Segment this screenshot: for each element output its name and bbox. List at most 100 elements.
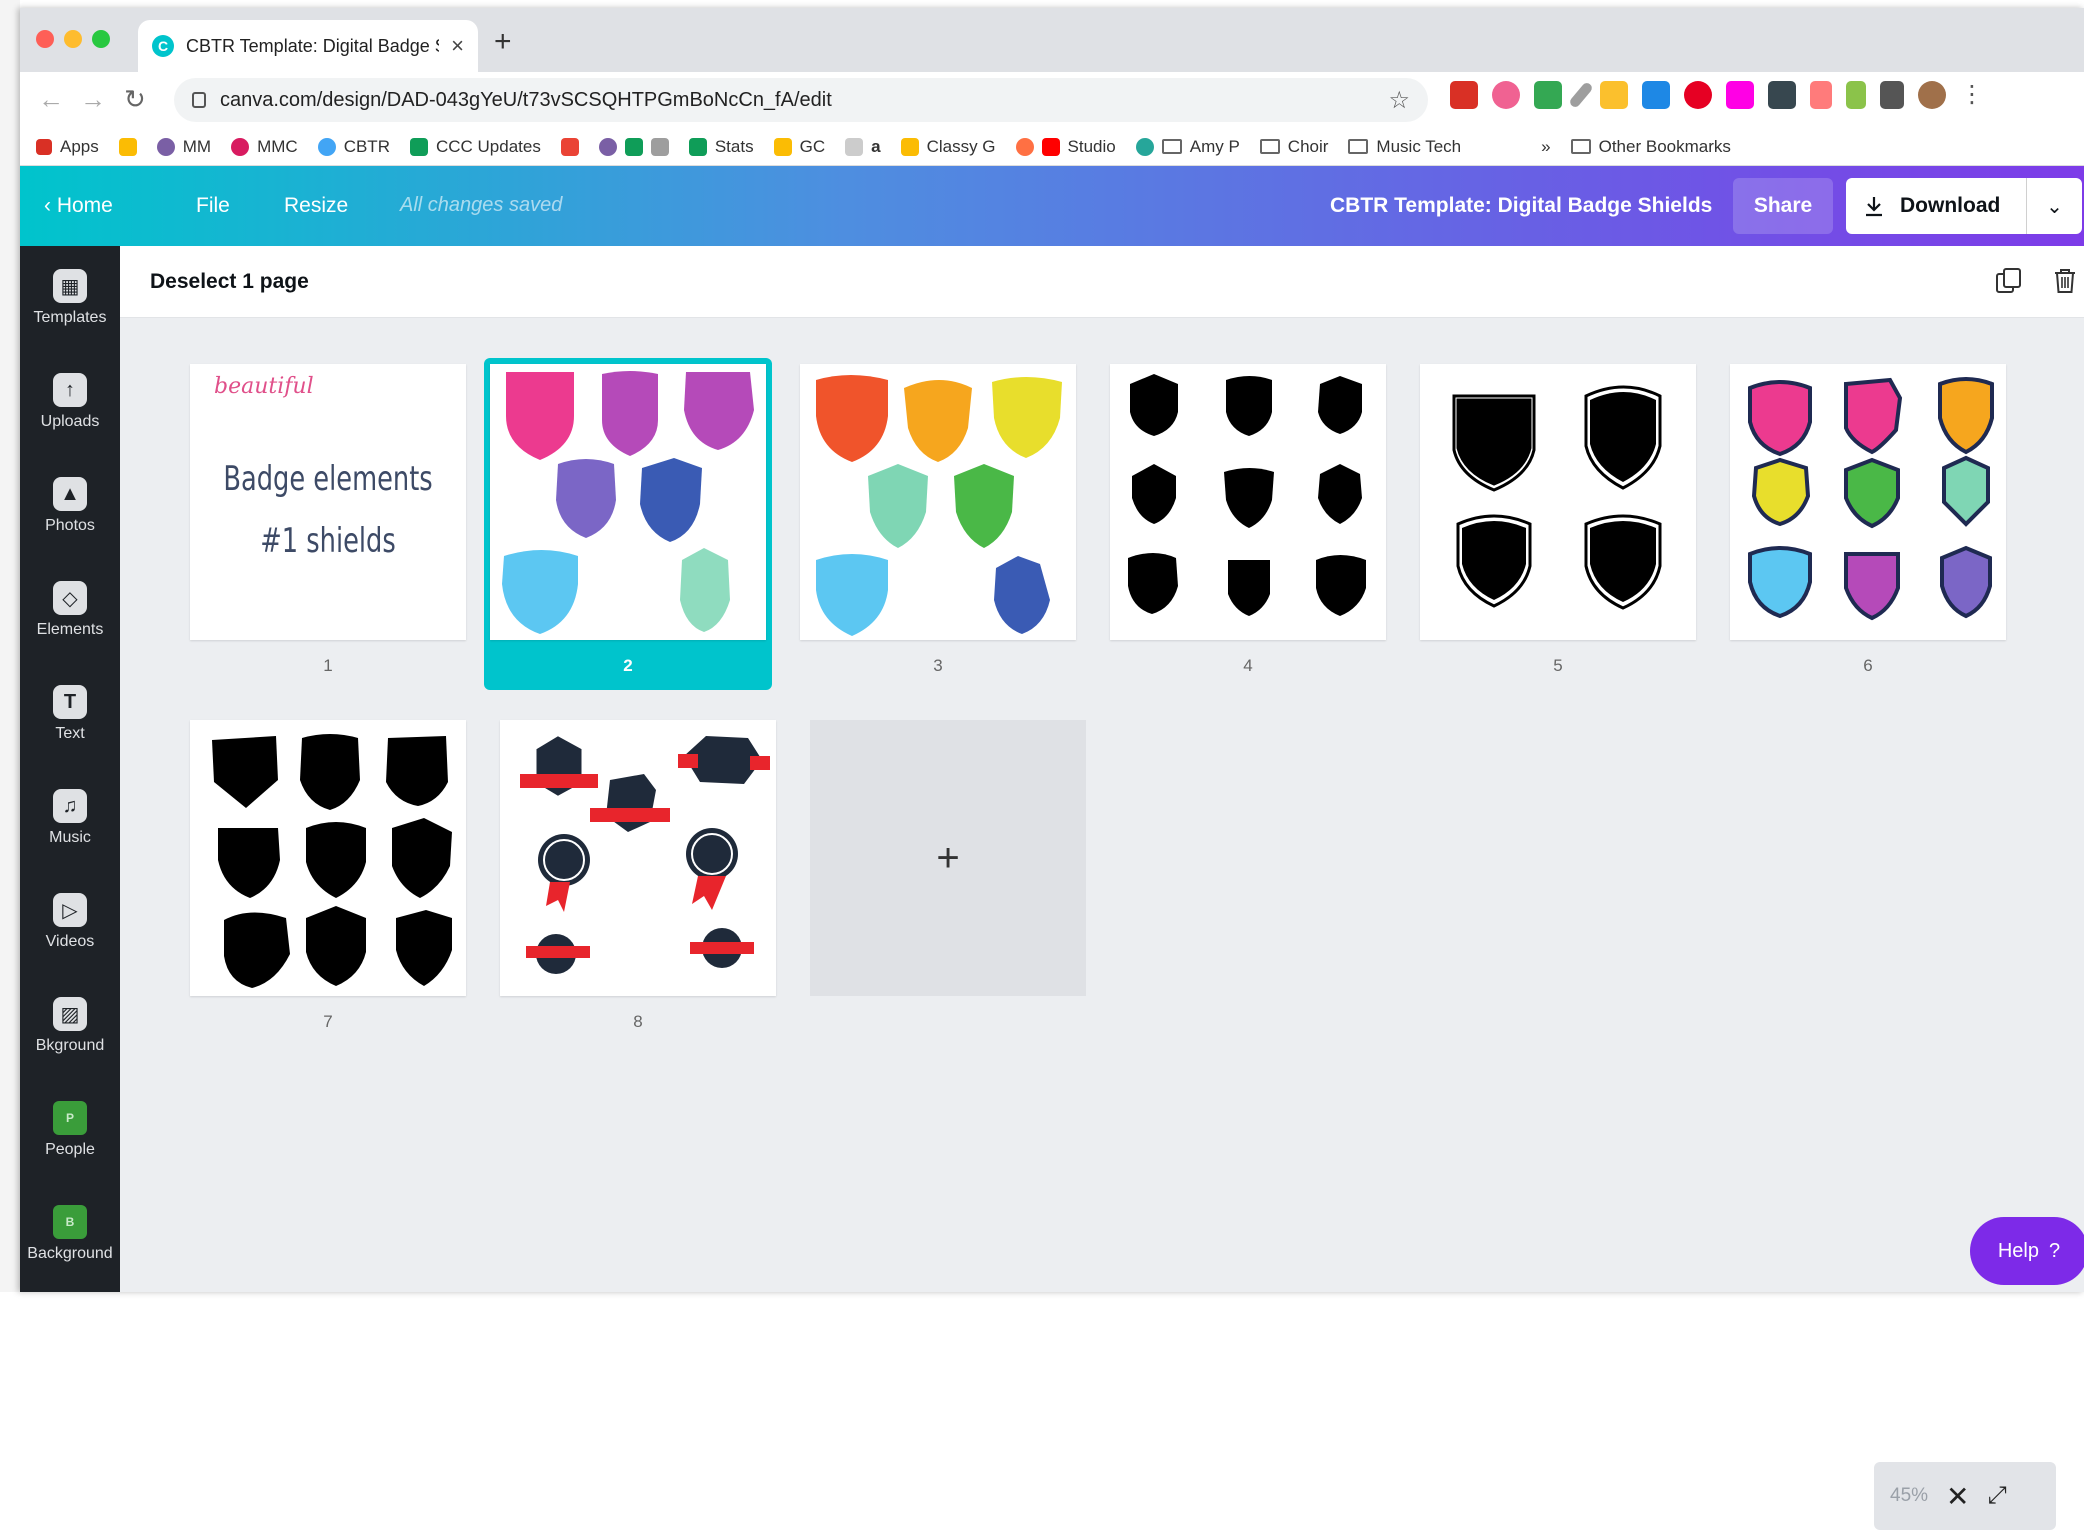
bookmark-drive[interactable] (118, 137, 137, 156)
page-number: 7 (323, 1012, 333, 1031)
page-toolbar: Deselect 1 page (120, 246, 2084, 318)
sheets-icon (688, 137, 707, 156)
bookmark-apps[interactable]: Apps (36, 137, 99, 157)
selected-page-highlight[interactable]: 2 (484, 358, 772, 690)
shield-shape (1224, 468, 1274, 528)
page-7-content (212, 734, 452, 988)
sidebar-item-photos[interactable]: ▲ Photos (20, 454, 120, 558)
chevron-down-icon[interactable]: ⌄ (2027, 194, 2082, 219)
new-tab-button[interactable]: + (494, 27, 512, 57)
bookmark-music-tech[interactable]: Music Tech (1348, 137, 1461, 157)
expand-icon[interactable]: ⤢ (1988, 1482, 2007, 1510)
bookmark-amy-p[interactable]: Amy P (1135, 137, 1240, 157)
zoom-level[interactable]: 45% (1890, 1485, 1928, 1507)
extension-icon[interactable] (1768, 80, 1796, 109)
bookmark-icon (845, 137, 864, 156)
extension-icon[interactable] (1810, 80, 1832, 109)
extensions-area: ⋮ (1450, 80, 1984, 109)
sidebar-item-videos[interactable]: ▷ Videos (20, 870, 120, 974)
page-thumbnail-6[interactable] (1730, 364, 2006, 640)
bookmarks-overflow[interactable]: » (1541, 137, 1550, 157)
close-grid-view-icon[interactable]: ✕ (1946, 1480, 1969, 1513)
extension-icon[interactable] (1450, 80, 1478, 109)
help-button[interactable]: Help ? (1970, 1217, 2084, 1285)
sidebar-item-bkground[interactable]: ▨ Bkground (20, 974, 120, 1078)
shield-shape (224, 912, 290, 988)
page-thumbnail-7[interactable] (190, 720, 466, 996)
page-thumbnail-3[interactable] (800, 364, 1076, 640)
download-button[interactable]: Download ⌄ (1846, 178, 2082, 234)
page-thumbnail-5[interactable] (1420, 364, 1696, 640)
close-tab-icon[interactable]: × (451, 33, 464, 59)
extension-icon[interactable] (1600, 80, 1628, 109)
home-button[interactable]: ‹ Home (44, 194, 113, 218)
bookmark-studio[interactable]: Studio (1015, 137, 1116, 157)
forward-arrow-icon[interactable]: → (80, 84, 106, 115)
add-page-button[interactable]: + (810, 720, 1086, 996)
sidebar-item-music[interactable]: ♫ Music (20, 766, 120, 870)
browser-tab[interactable]: C CBTR Template: Digital Badge S × (138, 20, 478, 72)
bookmark-stats[interactable]: Stats (688, 137, 754, 157)
url-text: canva.com/design/DAD-043gYeU/t73vSCSQHTP… (220, 88, 832, 111)
reload-icon[interactable]: ↻ (124, 84, 146, 115)
back-arrow-icon[interactable]: ← (38, 84, 64, 115)
sidebar-item-uploads[interactable]: ↑ Uploads (20, 350, 120, 454)
deselect-pages-button[interactable]: Deselect 1 page (150, 270, 309, 294)
bookmark-mm[interactable]: MM (156, 137, 211, 157)
zoom-window-button[interactable] (92, 30, 110, 48)
eyedropper-icon[interactable] (1568, 80, 1594, 109)
pinterest-icon[interactable] (1684, 80, 1712, 109)
bookmark-misc[interactable] (598, 137, 669, 156)
address-bar[interactable]: canva.com/design/DAD-043gYeU/t73vSCSQHTP… (174, 78, 1428, 122)
trash-icon[interactable] (2050, 266, 2080, 296)
other-bookmarks[interactable]: Other Bookmarks (1570, 137, 1731, 157)
ribbon-shape (590, 808, 670, 822)
sidebar-item-people[interactable]: P People (20, 1078, 120, 1182)
minimize-window-button[interactable] (64, 30, 82, 48)
profile-avatar[interactable] (1918, 80, 1946, 109)
shield-shape (680, 548, 730, 632)
extension-icon[interactable] (1534, 80, 1562, 109)
folder-icon (1348, 139, 1369, 154)
bookmark-cbtr[interactable]: CBTR (317, 137, 390, 157)
file-menu[interactable]: File (196, 194, 230, 218)
duplicate-page-icon[interactable] (1994, 266, 2024, 296)
page-thumbnail-8[interactable] (500, 720, 776, 996)
browser-menu-icon[interactable]: ⋮ (1960, 80, 1984, 109)
shield-shape (816, 554, 888, 636)
bookmark-mmc[interactable]: MMC (231, 137, 298, 157)
design-title[interactable]: CBTR Template: Digital Badge Shields (1330, 194, 1712, 218)
bookmark-gmail[interactable] (560, 137, 579, 156)
shield-shape (1844, 552, 1900, 621)
bookmark-ccc-updates[interactable]: CCC Updates (409, 137, 541, 157)
page-grid-view: Deselect 1 page beautiful Badge elements… (120, 246, 2084, 1530)
sidebar-item-background[interactable]: B Background (20, 1182, 120, 1286)
extension-icon[interactable] (1642, 80, 1670, 109)
sidebar-item-elements[interactable]: ◇ Elements (20, 558, 120, 662)
puzzle-extensions-icon[interactable] (1880, 80, 1904, 109)
shield-shape (640, 458, 702, 542)
extension-icon[interactable] (1726, 80, 1754, 109)
bookmark-misc-2[interactable]: a (845, 137, 881, 157)
shield-shape (1844, 377, 1903, 455)
resize-button[interactable]: Resize (284, 194, 348, 218)
close-window-button[interactable] (36, 30, 54, 48)
page-number: 3 (933, 656, 943, 675)
extension-icon[interactable] (1492, 80, 1520, 109)
extension-icon[interactable] (1846, 80, 1866, 109)
page-thumbnail-2[interactable] (490, 364, 766, 640)
sidebar-item-text[interactable]: T Text (20, 662, 120, 766)
classroom-icon (900, 137, 919, 156)
page-thumbnail-1[interactable]: beautiful Badge elements #1 shields (190, 364, 466, 640)
shield-shape (556, 459, 616, 538)
shield-shape (1130, 374, 1178, 436)
bookmark-star-icon[interactable]: ☆ (1388, 86, 1410, 115)
sidebar-item-templates[interactable]: ▦ Templates (20, 246, 120, 350)
bookmark-classy-g[interactable]: Classy G (900, 137, 996, 157)
share-button[interactable]: Share (1733, 178, 1833, 234)
bookmark-choir[interactable]: Choir (1259, 137, 1328, 157)
page-thumbnail-4[interactable] (1110, 364, 1386, 640)
page-number: 4 (1243, 656, 1253, 675)
canva-sidebar: ▦ Templates ↑ Uploads ▲ Photos ◇ Elements TT… (20, 246, 120, 1292)
bookmark-gc[interactable]: GC (773, 137, 825, 157)
